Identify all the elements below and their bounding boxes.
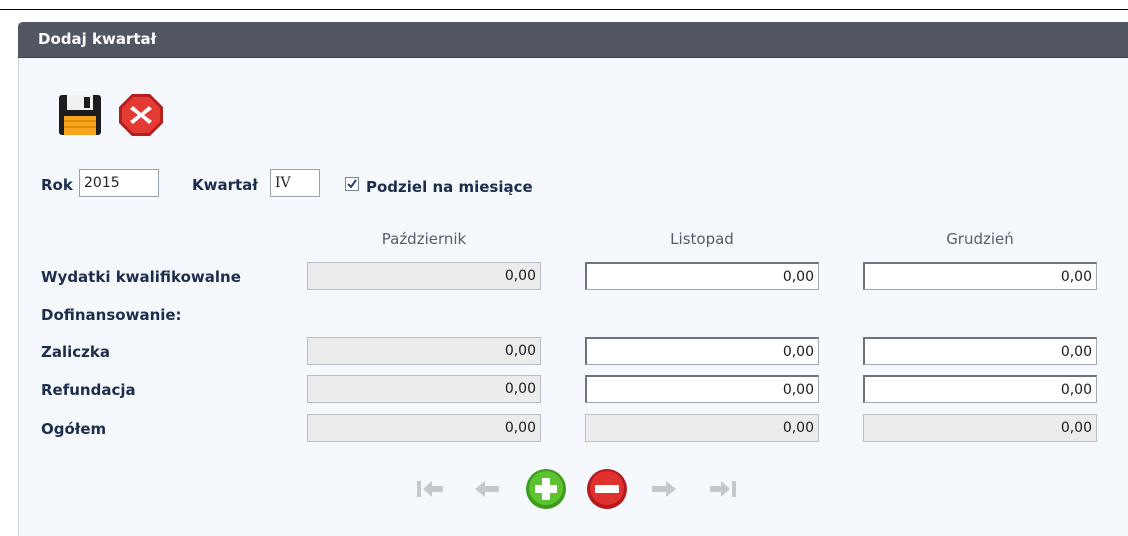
first-icon (417, 481, 443, 497)
dialog-title: Dodaj kwartał (38, 30, 157, 48)
wydatki-december-input[interactable]: 0,00 (863, 262, 1097, 290)
last-button[interactable] (708, 479, 738, 503)
wydatki-november-input[interactable]: 0,00 (585, 262, 819, 290)
next-icon (652, 481, 676, 497)
column-header-november: Listopad (670, 230, 734, 248)
previous-icon (475, 481, 499, 497)
dialog-titlebar: Dodaj kwartał (18, 22, 1128, 58)
cancel-button[interactable] (118, 93, 164, 141)
refundacja-december-input[interactable]: 0,00 (863, 375, 1097, 403)
close-icon (119, 94, 163, 136)
previous-button[interactable] (473, 479, 501, 503)
zaliczka-october-field: 0,00 (307, 337, 541, 365)
floppy-disk-icon (59, 95, 101, 135)
rok-input[interactable]: 2015 (79, 169, 159, 197)
kwartal-label: Kwartał (192, 176, 258, 194)
rok-label: Rok (41, 176, 73, 194)
row-label-ogolem: Ogółem (41, 420, 107, 438)
podziel-label: Podziel na miesiące (366, 178, 533, 196)
row-label-refundacja: Refundacja (41, 381, 136, 399)
kwartal-input[interactable]: IV (270, 169, 320, 197)
remove-icon (587, 469, 627, 509)
zaliczka-december-input[interactable]: 0,00 (863, 337, 1097, 365)
checkmark-icon (347, 179, 357, 189)
first-button[interactable] (415, 479, 445, 503)
save-button[interactable] (58, 94, 102, 140)
add-button[interactable] (525, 468, 567, 514)
refundacja-october-field: 0,00 (307, 375, 541, 403)
panel-left-border (18, 22, 19, 536)
ogolem-october-field: 0,00 (307, 414, 541, 442)
zaliczka-november-input[interactable]: 0,00 (585, 337, 819, 365)
last-icon (710, 481, 736, 497)
ogolem-november-field: 0,00 (585, 414, 819, 442)
remove-button[interactable] (586, 468, 628, 514)
next-button[interactable] (650, 479, 678, 503)
column-header-october: Październik (381, 230, 467, 248)
row-label-zaliczka: Zaliczka (41, 343, 111, 361)
wydatki-october-field: 0,00 (307, 262, 541, 290)
add-icon (526, 469, 566, 509)
refundacja-november-input[interactable]: 0,00 (585, 375, 819, 403)
podziel-checkbox[interactable] (345, 177, 359, 191)
top-rule (0, 9, 1128, 10)
row-label-dofinansowanie: Dofinansowanie: (41, 306, 182, 324)
column-header-december: Grudzień (946, 230, 1014, 248)
row-label-wydatki: Wydatki kwalifikowalne (41, 268, 241, 286)
ogolem-december-field: 0,00 (863, 414, 1097, 442)
